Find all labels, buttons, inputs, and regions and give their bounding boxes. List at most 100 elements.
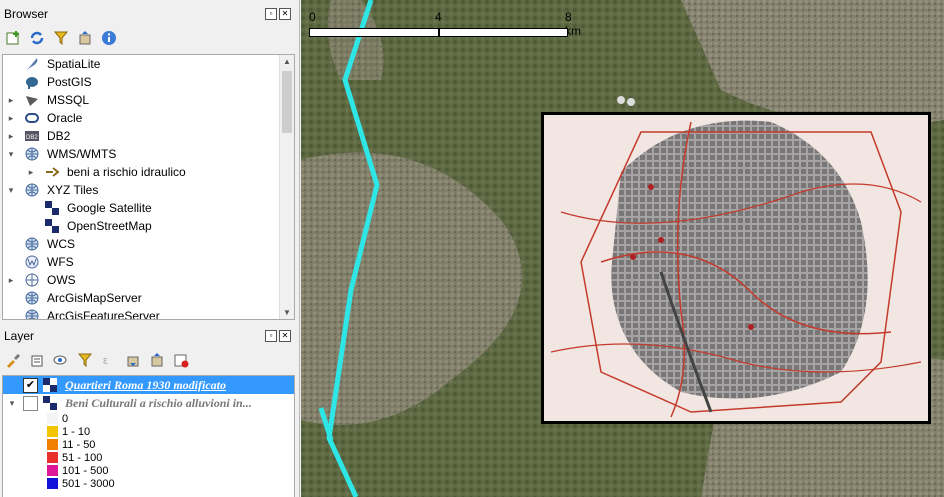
info-icon[interactable]: [100, 29, 118, 47]
browser-item[interactable]: ▾ XYZ Tiles: [3, 181, 294, 199]
legend-label: 501 - 3000: [62, 477, 115, 490]
mssql-icon: [25, 93, 39, 107]
browser-item-label: PostGIS: [47, 75, 92, 89]
close-panel-icon[interactable]: ✕: [279, 330, 291, 342]
browser-panel-buttons: ▫ ✕: [265, 8, 291, 20]
scroll-thumb[interactable]: [282, 71, 292, 133]
tiles-icon: [45, 201, 59, 215]
layer-label: Quartieri Roma 1930 modificato: [65, 378, 227, 392]
layer-tree: ✔ Quartieri Roma 1930 modificato ▾ Beni …: [2, 375, 295, 497]
browser-item-label: Google Satellite: [67, 201, 152, 215]
scale-segment: [438, 28, 568, 37]
scale-label-4: 4: [435, 10, 442, 24]
browser-item[interactable]: SpatiaLite: [3, 55, 294, 73]
browser-item[interactable]: ▸ OWS: [3, 271, 294, 289]
filter-icon[interactable]: [52, 29, 70, 47]
globe-icon: [25, 309, 39, 319]
scroll-up-icon[interactable]: ▲: [283, 57, 291, 66]
browser-item[interactable]: ▸ Oracle: [3, 109, 294, 127]
expand-all-icon[interactable]: [124, 351, 142, 369]
historic-map-overlay: [541, 112, 931, 424]
layer-row-quartieri[interactable]: ✔ Quartieri Roma 1930 modificato: [3, 376, 294, 394]
legend-item: 11 - 50: [47, 438, 294, 451]
layer-label: Beni Culturali a rischio alluvioni in...: [65, 396, 252, 410]
browser-item[interactable]: WCS: [3, 235, 294, 253]
scroll-down-icon[interactable]: ▼: [283, 308, 291, 317]
expand-arrow-icon[interactable]: ▸: [6, 109, 16, 127]
browser-item-label: WMS/WMTS: [47, 147, 117, 161]
layer-row-beni[interactable]: ▾ Beni Culturali a rischio alluvioni in.…: [3, 394, 294, 412]
layer-panel-title: Layer: [4, 329, 35, 343]
svg-text:DB2: DB2: [26, 135, 38, 141]
browser-item-label: MSSQL: [47, 93, 90, 107]
style-brush-icon[interactable]: [4, 351, 22, 369]
map-canvas[interactable]: 0 4 8 km: [301, 0, 944, 497]
legend-swatch: [47, 452, 58, 463]
expand-arrow-icon[interactable]: ▾: [6, 145, 16, 163]
browser-item-label: ArcGisFeatureServer: [47, 309, 160, 320]
browser-item[interactable]: OpenStreetMap: [3, 217, 294, 235]
browser-item-label: DB2: [47, 129, 71, 143]
expand-arrow-icon[interactable]: ▾: [7, 394, 17, 412]
browser-item[interactable]: ▾ WMS/WMTS: [3, 145, 294, 163]
legend-item: 501 - 3000: [47, 477, 294, 490]
browser-scrollbar[interactable]: ▲ ▼: [279, 55, 294, 319]
visibility-eye-icon[interactable]: [52, 351, 70, 369]
browser-item[interactable]: WFS: [3, 253, 294, 271]
float-panel-icon[interactable]: ▫: [265, 330, 277, 342]
globe-icon: [25, 183, 39, 197]
legend-label: 1 - 10: [62, 425, 91, 438]
browser-item[interactable]: Google Satellite: [3, 199, 294, 217]
elephant-icon: [25, 75, 39, 89]
legend-label: 11 - 50: [62, 438, 96, 451]
globe-icon: [25, 147, 39, 161]
layer-checkbox[interactable]: [23, 396, 38, 411]
collapse-all-layers-icon[interactable]: [148, 351, 166, 369]
close-panel-icon[interactable]: ✕: [279, 8, 291, 20]
legend-swatch: [47, 478, 58, 489]
browser-item-label: Oracle: [47, 111, 83, 125]
browser-item-label: WCS: [47, 237, 75, 251]
globe-outline-icon: [25, 273, 39, 287]
browser-item[interactable]: ArcGisFeatureServer: [3, 307, 294, 320]
browser-item[interactable]: ▸ beni a rischio idraulico: [3, 163, 294, 181]
expand-arrow-icon[interactable]: ▸: [6, 127, 16, 145]
browser-item[interactable]: ▸ DB2 DB2: [3, 127, 294, 145]
browser-item[interactable]: ▸ MSSQL: [3, 91, 294, 109]
browser-item[interactable]: ArcGisMapServer: [3, 289, 294, 307]
add-group-icon[interactable]: [28, 351, 46, 369]
legend-label: 0: [62, 412, 69, 425]
add-layer-icon[interactable]: [4, 29, 22, 47]
expand-arrow-icon[interactable]: ▸: [26, 163, 36, 181]
filter-legend-icon[interactable]: [76, 351, 94, 369]
browser-tree: SpatiaLite PostGIS ▸ MSSQL ▸ Oracle ▸ DB2 DB2 ▾ WM…: [2, 54, 295, 320]
globe-icon: [25, 237, 39, 251]
expand-arrow-icon[interactable]: ▾: [6, 181, 16, 199]
tiles-icon: [45, 219, 59, 233]
legend-item: 1 - 10: [47, 425, 294, 438]
legend-swatch: [47, 465, 58, 476]
browser-item-label: OWS: [47, 273, 76, 287]
legend-item: 51 - 100: [47, 451, 294, 464]
browser-item-label: SpatiaLite: [47, 57, 101, 71]
connection-icon: [45, 165, 60, 179]
browser-item[interactable]: PostGIS: [3, 73, 294, 91]
collapse-all-icon[interactable]: [76, 29, 94, 47]
feather-icon: [25, 57, 39, 71]
legend-item: 0: [47, 412, 294, 425]
legend-label: 101 - 500: [62, 464, 109, 477]
expand-arrow-icon[interactable]: ▸: [6, 91, 16, 109]
scale-segment-white: [309, 28, 439, 37]
globe-icon: [25, 291, 39, 305]
expand-arrow-icon[interactable]: ▸: [6, 271, 16, 289]
remove-layer-icon[interactable]: [172, 351, 190, 369]
browser-item-label: beni a rischio idraulico: [67, 165, 186, 179]
svg-text:ε: ε: [103, 355, 108, 367]
refresh-icon[interactable]: [28, 29, 46, 47]
legend-swatch: [47, 426, 58, 437]
layer-checkbox[interactable]: ✔: [23, 378, 38, 393]
browser-item-label: WFS: [47, 255, 74, 269]
scale-label-0: 0: [309, 10, 316, 24]
browser-item-label: XYZ Tiles: [47, 183, 99, 197]
float-panel-icon[interactable]: ▫: [265, 8, 277, 20]
